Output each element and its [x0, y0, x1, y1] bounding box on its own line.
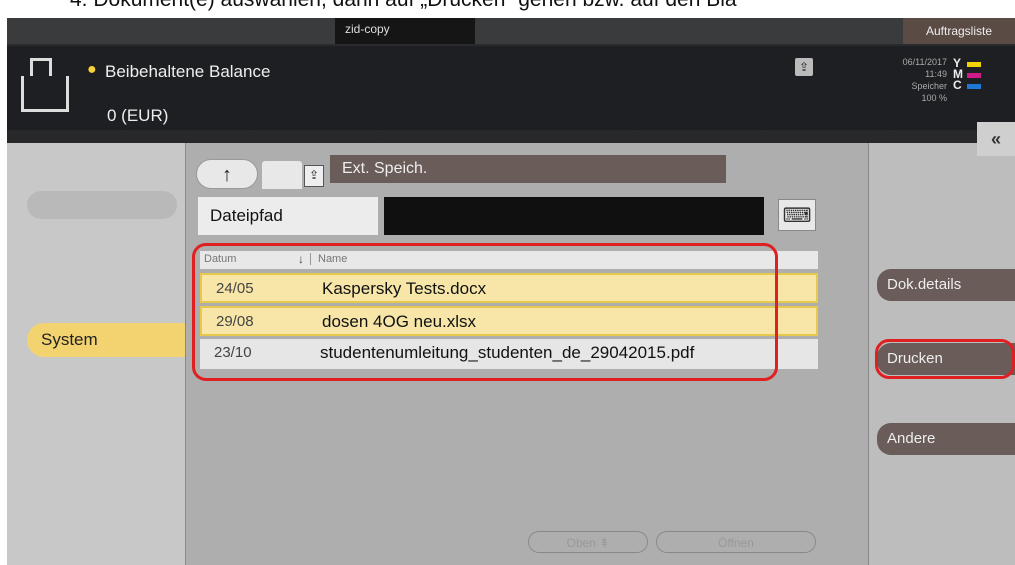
folder-icon — [262, 161, 302, 189]
up-folder-button[interactable]: ↑ — [196, 159, 258, 189]
top-bar — [7, 18, 1015, 44]
open-button[interactable]: Öffnen — [656, 531, 816, 553]
usb-icon: ⇪ — [795, 58, 813, 76]
job-list-button[interactable]: Auftragsliste — [903, 18, 1015, 44]
toner-bar-c — [967, 84, 981, 89]
status-info: 06/11/2017 11:49 Speicher 100 % — [887, 56, 947, 104]
highlight-ring-print — [875, 339, 1015, 379]
balance-value: 0 (EUR) — [107, 106, 169, 125]
balance-label: Beibehaltene Balance — [105, 62, 271, 81]
toner-bar-y — [967, 62, 981, 67]
memory-value: 100 % — [921, 93, 947, 103]
date: 06/11/2017 — [902, 57, 947, 67]
job-tab[interactable]: zid-copy — [335, 18, 475, 44]
double-chevron-left-icon[interactable]: « — [977, 122, 1015, 156]
toner-bars — [967, 62, 981, 95]
doc-details-button[interactable]: Dok.details — [877, 269, 1015, 301]
highlight-ring-files — [192, 243, 778, 381]
page-up-label: Oben — [566, 536, 596, 550]
location-title: Ext. Speich. — [330, 155, 726, 183]
page-up-button[interactable]: Oben ⇞ — [528, 531, 648, 553]
keyboard-icon[interactable]: ⌨ — [778, 199, 816, 231]
memory-label: Speicher — [911, 81, 947, 91]
toner-letters: Y M C — [953, 57, 963, 92]
main-area: System ↑ ⇪ Ext. Speich. Dateipfad ⌨ Datu… — [7, 143, 1015, 565]
file-path-label: Dateipfad — [198, 197, 378, 235]
toner-c: C — [953, 78, 962, 92]
toner-bar-m — [967, 73, 981, 78]
left-empty-button[interactable] — [27, 191, 177, 219]
instruction-text: 4. Dokument(e) auswählen, dann auf „Druc… — [0, 0, 1015, 18]
other-button[interactable]: Andere — [877, 423, 1015, 455]
file-path-field[interactable] — [384, 197, 764, 235]
tab-system[interactable]: System — [27, 323, 197, 357]
header: ● Beibehaltene Balance 0 (EUR) ⇪ 06/11/2… — [7, 46, 1015, 130]
printer-icon — [21, 58, 69, 112]
usb-storage-icon: ⇪ — [304, 165, 324, 187]
lightbulb-icon: ● — [87, 61, 97, 78]
time: 11:49 — [925, 69, 947, 79]
page-up-icon: ⇞ — [599, 536, 610, 550]
printer-screen: zid-copy Auftragsliste ● Beibehaltene Ba… — [7, 0, 1015, 565]
file-browser-panel: ↑ ⇪ Ext. Speich. Dateipfad ⌨ Datum ↓ Nam… — [185, 143, 869, 565]
